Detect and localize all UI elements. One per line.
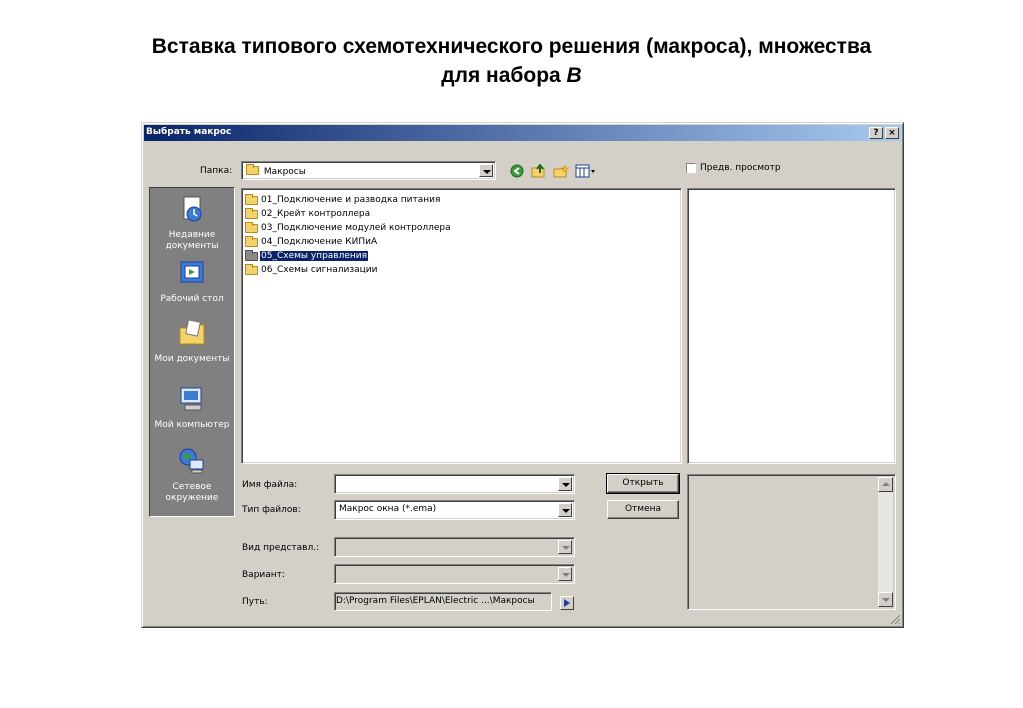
places-bar: Недавние документы Рабочий стол Мои доку… xyxy=(149,187,235,517)
preview-pane xyxy=(687,188,896,464)
open-button[interactable]: Открыть xyxy=(606,473,680,494)
resize-grip-icon[interactable] xyxy=(889,613,901,625)
chevron-down-icon[interactable] xyxy=(558,503,572,517)
scroll-down-icon[interactable] xyxy=(878,592,893,607)
filetype-select[interactable]: Макрос окна (*.ema) xyxy=(334,500,575,520)
folder-icon xyxy=(245,249,258,261)
place-label: Рабочий стол xyxy=(160,294,224,304)
chevron-down-icon[interactable] xyxy=(558,567,572,581)
new-folder-icon[interactable] xyxy=(553,164,569,178)
list-item[interactable]: 02_Крейт контроллера xyxy=(245,207,371,220)
filetype-label: Тип файлов: xyxy=(242,505,301,515)
recent-documents-icon xyxy=(183,196,202,222)
scroll-up-icon[interactable] xyxy=(878,477,893,492)
slide-title-line2: для набора B xyxy=(40,61,983,90)
list-item-label: 06_Схемы сигнализации xyxy=(261,265,378,275)
list-item-label: 04_Подключение КИПиА xyxy=(261,237,378,247)
info-pane xyxy=(687,474,896,610)
my-documents-icon xyxy=(179,319,205,345)
play-arrow-icon xyxy=(564,599,570,607)
help-button[interactable]: ? xyxy=(869,127,883,139)
my-computer-icon xyxy=(180,387,202,411)
view-menu-icon[interactable] xyxy=(575,164,597,178)
path-label: Путь: xyxy=(242,597,268,607)
list-item[interactable]: 01_Подключение и разводка питания xyxy=(245,193,441,206)
list-item-selected[interactable]: 05_Схемы управления xyxy=(245,249,369,262)
list-item-label: 01_Подключение и разводка питания xyxy=(261,195,441,205)
place-label: Мой компьютер xyxy=(154,420,230,430)
variant-select[interactable] xyxy=(334,564,575,584)
list-item[interactable]: 04_Подключение КИПиА xyxy=(245,235,378,248)
chevron-down-icon[interactable] xyxy=(558,540,572,554)
place-label: Сетевое окружение xyxy=(165,482,219,503)
back-arrow-icon[interactable] xyxy=(509,164,525,178)
path-browse-button[interactable] xyxy=(560,596,574,610)
up-folder-icon[interactable] xyxy=(531,164,547,178)
list-item-label: 02_Крейт контроллера xyxy=(261,209,371,219)
close-button[interactable]: × xyxy=(885,127,899,139)
list-item[interactable]: 03_Подключение модулей контроллера xyxy=(245,221,452,234)
preview-label: Предв. просмотр xyxy=(700,163,781,173)
slide-title-line1: Вставка типового схемотехнического решен… xyxy=(151,35,872,58)
place-my-computer[interactable]: Мой компьютер xyxy=(150,384,234,431)
variant-label: Вариант: xyxy=(242,570,285,580)
cancel-button[interactable]: Отмена xyxy=(607,500,679,519)
select-macro-dialog: Выбрать макрос ? × Папка: Макросы Предв.… xyxy=(141,122,904,628)
place-network[interactable]: Сетевое окружение xyxy=(150,446,234,504)
desktop-icon xyxy=(180,261,204,283)
filename-label: Имя файла: xyxy=(242,480,298,490)
place-label: Мои документы xyxy=(154,354,230,364)
slide-title: Вставка типового схемотехнического решен… xyxy=(40,32,983,90)
network-icon xyxy=(179,448,204,474)
folder-icon xyxy=(245,207,258,219)
preview-checkbox[interactable] xyxy=(686,163,696,173)
chevron-down-icon[interactable] xyxy=(479,164,493,177)
place-recent-documents[interactable]: Недавние документы xyxy=(150,194,234,252)
folder-icon xyxy=(245,263,258,275)
set-variable: B xyxy=(566,64,582,87)
folder-icon xyxy=(245,235,258,247)
slide-title-line2-text: для набора xyxy=(441,64,567,87)
view-select[interactable] xyxy=(334,537,575,557)
file-list[interactable]: 01_Подключение и разводка питания 02_Кре… xyxy=(241,188,682,464)
chevron-down-icon[interactable] xyxy=(558,477,572,491)
folder-icon xyxy=(245,193,258,205)
folder-combo-text: Макросы xyxy=(263,167,306,177)
folder-combo[interactable]: Макросы xyxy=(241,161,496,180)
place-label: Недавние документы xyxy=(165,230,219,251)
folder-icon xyxy=(245,221,258,233)
place-my-documents[interactable]: Мои документы xyxy=(150,318,234,365)
path-field: D:\Program Files\EPLAN\Electric ...\Макр… xyxy=(334,592,552,611)
filetype-value: Макрос окна (*.ema) xyxy=(339,504,437,514)
view-label: Вид представл.: xyxy=(242,543,320,553)
dialog-titlebar[interactable]: Выбрать макрос ? × xyxy=(144,125,901,141)
folder-icon xyxy=(246,164,259,175)
folder-label: Папка: xyxy=(200,166,233,176)
path-value: D:\Program Files\EPLAN\Electric ...\Макр… xyxy=(336,596,535,606)
list-item-label: 05_Схемы управления xyxy=(260,251,369,261)
place-desktop[interactable]: Рабочий стол xyxy=(150,258,234,305)
list-item[interactable]: 06_Схемы сигнализации xyxy=(245,263,379,276)
list-item-label: 03_Подключение модулей контроллера xyxy=(261,223,451,233)
vertical-scrollbar[interactable] xyxy=(878,477,893,607)
folder-combo-value: Макросы xyxy=(246,164,306,177)
filename-field[interactable] xyxy=(334,474,575,494)
dialog-title: Выбрать макрос xyxy=(146,127,232,137)
